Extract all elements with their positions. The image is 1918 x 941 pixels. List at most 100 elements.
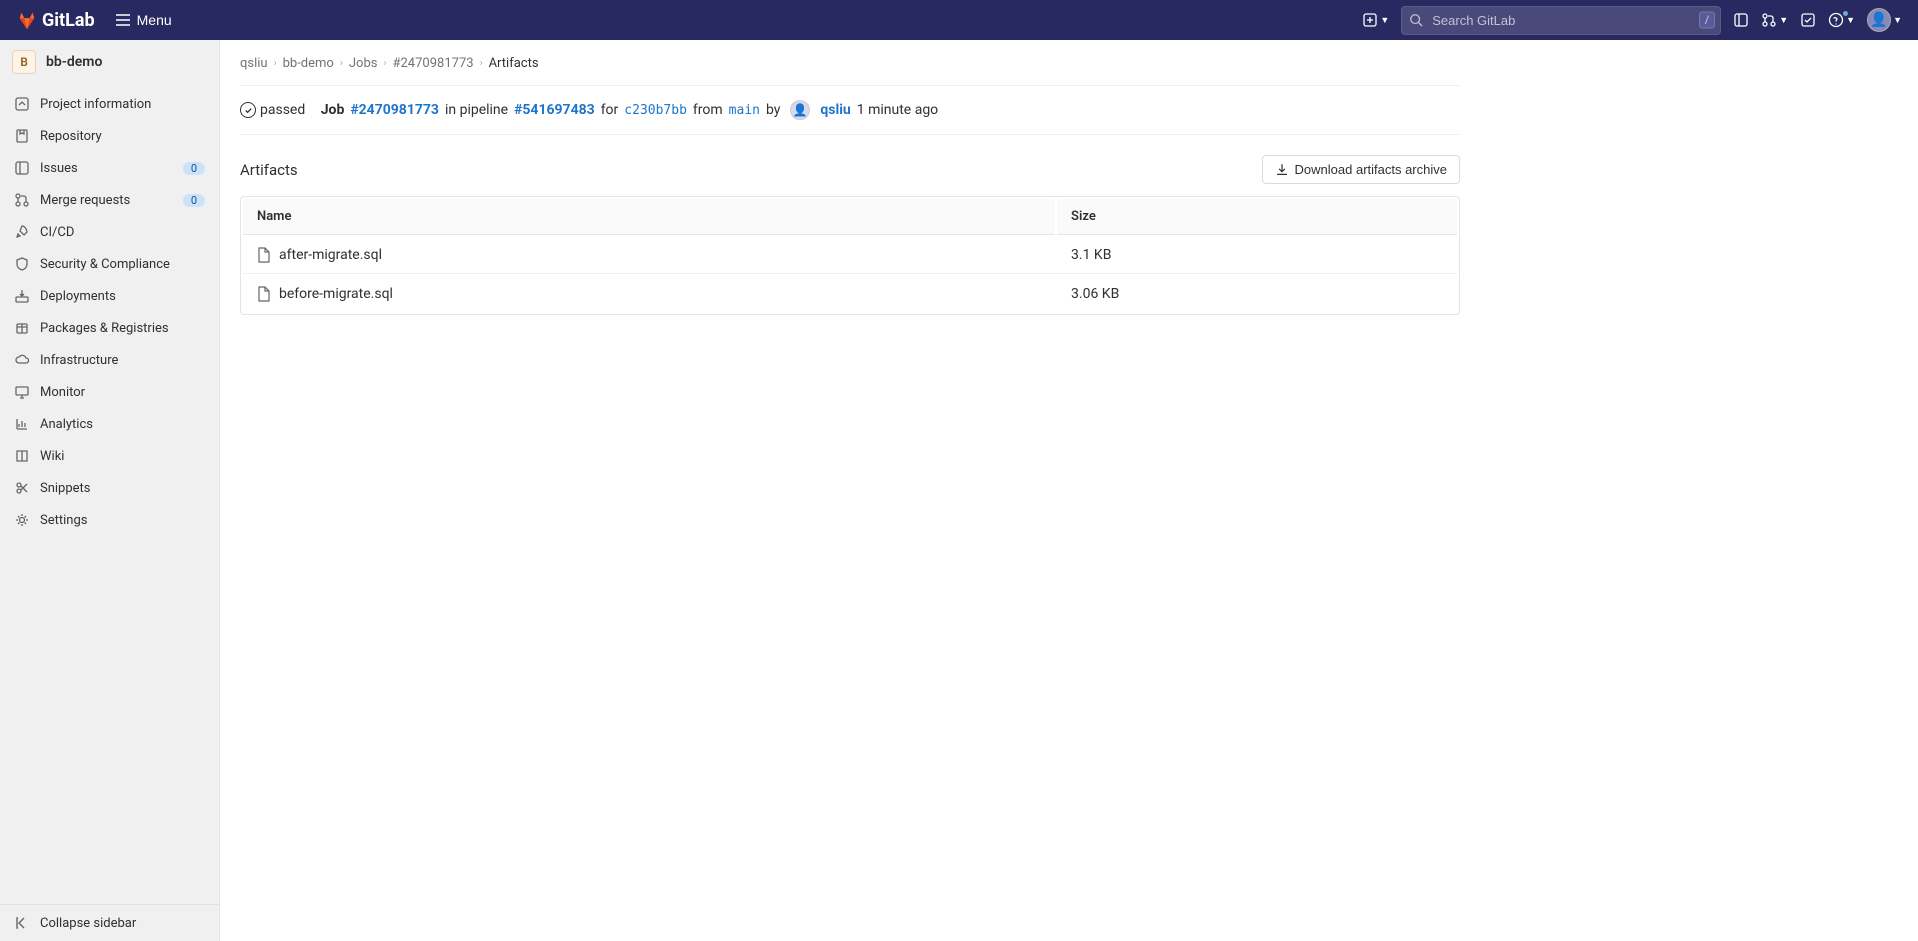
collapse-sidebar-button[interactable]: Collapse sidebar [0,904,219,941]
file-icon [257,247,271,263]
file-name-cell: before-migrate.sql [243,276,1055,312]
breadcrumb-link[interactable]: #2470981773 [392,56,473,71]
file-name-link[interactable]: after-migrate.sql [279,247,382,263]
sidebar-item-merge-requests[interactable]: Merge requests0 [0,184,219,216]
deploy-icon [14,288,30,304]
file-name-cell: after-migrate.sql [243,237,1055,274]
file-icon [257,286,271,302]
breadcrumb-link[interactable]: Jobs [349,56,378,71]
table-row: after-migrate.sql 3.1 KB [243,237,1457,274]
sidebar-item-wiki[interactable]: Wiki [0,440,219,472]
merge-icon [1761,12,1777,28]
from-text: from [693,102,723,118]
book-icon [14,448,30,464]
issue-icon [1733,12,1749,28]
gitlab-logo[interactable]: GitLab [16,9,95,31]
count-badge: 0 [183,162,205,175]
merge-icon [14,192,30,208]
sidebar-item-issues[interactable]: Issues0 [0,152,219,184]
for-text: for [601,102,619,118]
pipeline-id-link[interactable]: #541697483 [514,102,595,118]
status-badge: passed [240,102,305,118]
package-icon [14,320,30,336]
chevron-right-icon: › [383,58,386,69]
by-text: by [766,102,780,118]
sidebar-item-ci-cd[interactable]: CI/CD [0,216,219,248]
new-dropdown[interactable]: ▼ [1362,12,1389,28]
search-input[interactable] [1401,6,1721,35]
plus-icon [1362,12,1378,28]
collapse-icon [14,915,30,931]
user-avatar: 👤 [790,100,810,120]
project-name: bb-demo [46,54,102,70]
info-icon [14,96,30,112]
sidebar-item-security-compliance[interactable]: Security & Compliance [0,248,219,280]
sidebar-item-deployments[interactable]: Deployments [0,280,219,312]
table-row: before-migrate.sql 3.06 KB [243,276,1457,312]
column-size: Size [1057,199,1457,235]
tanuki-icon [16,9,38,31]
sidebar-nav: Project informationRepositoryIssues0Merg… [0,84,219,904]
sidebar-item-project-information[interactable]: Project information [0,88,219,120]
sidebar-item-monitor[interactable]: Monitor [0,376,219,408]
menu-button[interactable]: Menu [107,8,180,32]
page-title: Artifacts [240,161,298,179]
artifacts-table: Name Size after-migrate.sql3.1 KBbefore-… [240,196,1460,315]
breadcrumb-link[interactable]: bb-demo [283,56,334,71]
file-size-cell: 3.06 KB [1057,276,1457,312]
user-link[interactable]: qsliu [820,102,850,118]
file-name-link[interactable]: before-migrate.sql [279,286,393,302]
download-label: Download artifacts archive [1295,162,1447,177]
sidebar-item-label: Merge requests [40,193,130,208]
issues-link[interactable] [1733,12,1749,28]
chevron-down-icon: ▼ [1779,15,1788,26]
header-left: GitLab Menu [16,8,180,32]
sidebar-item-settings[interactable]: Settings [0,504,219,536]
top-header: GitLab Menu ▼ / ▼ [0,0,1918,40]
brand-name: GitLab [42,10,95,31]
project-avatar: B [12,50,36,74]
sidebar-item-label: Snippets [40,481,91,496]
scissors-icon [14,480,30,496]
sidebar-item-packages-registries[interactable]: Packages & Registries [0,312,219,344]
sidebar-item-infrastructure[interactable]: Infrastructure [0,344,219,376]
sidebar-item-label: Project information [40,97,151,112]
breadcrumb-link[interactable]: qsliu [240,56,268,71]
project-header[interactable]: B bb-demo [0,40,219,84]
chevron-right-icon: › [480,58,483,69]
sidebar-item-snippets[interactable]: Snippets [0,472,219,504]
sidebar-item-repository[interactable]: Repository [0,120,219,152]
sidebar-item-label: Infrastructure [40,353,118,368]
merge-requests-dropdown[interactable]: ▼ [1761,12,1788,28]
artifacts-header: Artifacts Download artifacts archive [240,135,1460,196]
search-icon [1409,13,1423,27]
download-icon [1275,163,1289,177]
hamburger-icon [115,12,131,28]
commit-sha-link[interactable]: c230b7bb [624,103,687,118]
download-artifacts-button[interactable]: Download artifacts archive [1262,155,1460,184]
job-id-link[interactable]: #2470981773 [350,102,439,118]
shield-icon [14,256,30,272]
collapse-label: Collapse sidebar [40,916,136,931]
header-right: ▼ / ▼ ▼ 👤 ▼ [1362,6,1902,35]
breadcrumb-current: Artifacts [489,56,539,71]
chevron-right-icon: › [340,58,343,69]
sidebar-item-label: Analytics [40,417,93,432]
cloud-icon [14,352,30,368]
file-size-cell: 3.1 KB [1057,237,1457,274]
todos-link[interactable] [1800,12,1816,28]
job-time: 1 minute ago [857,102,938,118]
repo-icon [14,128,30,144]
branch-link[interactable]: main [729,103,760,118]
search-box: / [1401,6,1721,35]
sidebar-item-label: Security & Compliance [40,257,170,272]
sidebar-item-analytics[interactable]: Analytics [0,408,219,440]
sidebar-item-label: Monitor [40,385,85,400]
column-name: Name [243,199,1055,235]
job-label: Job [321,102,345,118]
avatar: 👤 [1867,8,1891,32]
sidebar-item-label: CI/CD [40,225,74,240]
user-menu[interactable]: 👤 ▼ [1867,8,1902,32]
help-dropdown[interactable]: ▼ [1828,12,1855,28]
sidebar-item-label: Deployments [40,289,116,304]
